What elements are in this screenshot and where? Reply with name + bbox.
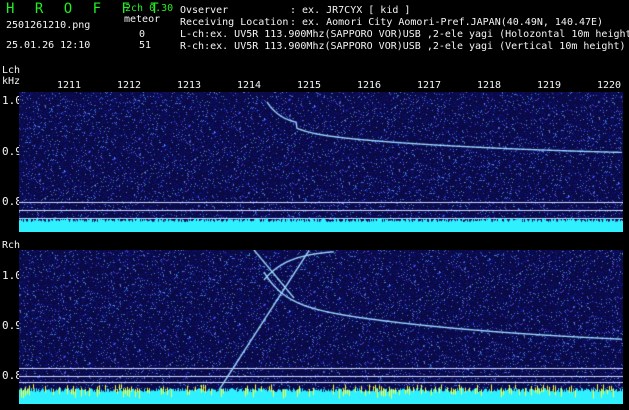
time-tick-1217: 1217 xyxy=(417,80,442,91)
lch-meteor-count: 0 xyxy=(139,29,146,40)
rch-label: Rch xyxy=(2,240,21,251)
location-value: : ex. Aomori City Aomori-Pref.JAPAN(40.4… xyxy=(290,17,604,28)
time-tick-1215: 1215 xyxy=(297,80,322,91)
observer-label: Ovserver xyxy=(180,5,229,16)
rch-info: R-ch:ex. UV5R 113.900Mhz(SAPPORO VOR)USB… xyxy=(180,41,626,52)
lch-label: Lch xyxy=(2,65,21,76)
meteor-label: meteor xyxy=(124,14,161,25)
datetime-label: 25.01.26 12:10 xyxy=(6,40,91,51)
lch-waterfall xyxy=(19,92,623,232)
rch-spectrogram xyxy=(19,250,623,404)
observer-value: : ex. JR7CYX [ kid ] xyxy=(290,5,411,16)
time-tick-1216: 1216 xyxy=(357,80,382,91)
time-tick-1219: 1219 xyxy=(537,80,562,91)
rch-meteor-count: 51 xyxy=(139,40,152,51)
time-tick-1214: 1214 xyxy=(237,80,262,91)
time-tick-1220: 1220 xyxy=(597,80,622,91)
rch-waterfall xyxy=(19,250,623,404)
version-label: 2ch 0.30 xyxy=(125,3,174,14)
location-label: Receiving Location xyxy=(180,17,289,28)
filename-label: 2501261210.png xyxy=(6,20,91,31)
hrofft-window: H R O F F T 2ch 0.30 2501261210.png mete… xyxy=(0,0,629,410)
lch-spectrogram xyxy=(19,92,623,232)
time-tick-1218: 1218 xyxy=(477,80,502,91)
time-tick-1212: 1212 xyxy=(117,80,142,91)
khz-label: kHz xyxy=(2,76,21,87)
lch-info: L-ch:ex. UV5R 113.900Mhz(SAPPORO VOR)USB… xyxy=(180,29,629,40)
time-tick-1211: 1211 xyxy=(57,80,82,91)
time-tick-1213: 1213 xyxy=(177,80,202,91)
